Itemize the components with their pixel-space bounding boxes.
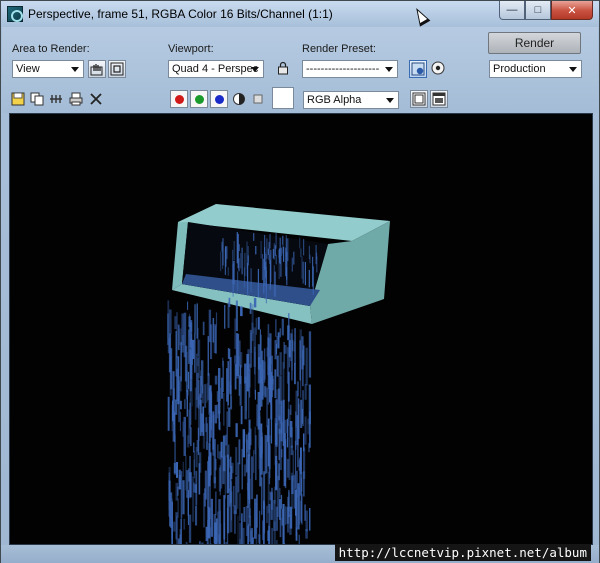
maximize-button[interactable]: □ xyxy=(525,1,551,20)
close-button[interactable]: ✕ xyxy=(551,1,593,20)
render-mode-value: Production xyxy=(493,63,546,75)
toggle-ui-overlay-button[interactable] xyxy=(410,90,428,108)
render-preset-value: -------------------- xyxy=(306,63,380,75)
lock-icon xyxy=(278,61,288,75)
edit-region-button[interactable] xyxy=(88,60,106,78)
channel-display-value: RGB Alpha xyxy=(307,94,362,106)
auto-region-icon xyxy=(110,62,124,76)
auto-region-button[interactable] xyxy=(108,60,126,78)
green-channel-icon xyxy=(195,95,204,104)
toggle-ui-button[interactable] xyxy=(430,90,448,108)
minimize-button[interactable]: — xyxy=(499,1,525,20)
render-controls-panel: Area to Render: Viewport: Render Preset:… xyxy=(2,27,598,113)
window-title: Perspective, frame 51, RGBA Color 16 Bit… xyxy=(28,7,333,21)
chevron-down-icon xyxy=(383,63,395,75)
chevron-down-icon xyxy=(384,94,396,106)
window-controls: — □ ✕ xyxy=(499,1,593,20)
blue-channel-toggle[interactable] xyxy=(210,90,228,108)
rendered-waterfall-scene xyxy=(167,204,390,544)
clone-icon[interactable] xyxy=(49,92,63,106)
green-channel-toggle[interactable] xyxy=(190,90,208,108)
render-frame-window: Perspective, frame 51, RGBA Color 16 Bit… xyxy=(0,0,600,563)
mono-icon[interactable] xyxy=(232,92,246,106)
render-mode-dropdown[interactable]: Production xyxy=(489,60,582,78)
viewport-value: Quad 4 - Perspec xyxy=(172,63,259,75)
render-settings-icon xyxy=(431,61,445,75)
app-icon xyxy=(7,6,23,22)
chevron-down-icon xyxy=(249,63,261,75)
render-button[interactable]: Render xyxy=(488,32,581,54)
viewport-label: Viewport: xyxy=(168,43,214,55)
render-preset-label: Render Preset: xyxy=(302,43,376,55)
clear-icon[interactable] xyxy=(89,92,103,106)
print-icon[interactable] xyxy=(69,92,83,106)
chevron-down-icon xyxy=(69,63,81,75)
area-to-render-label: Area to Render: xyxy=(12,43,90,55)
red-channel-toggle[interactable] xyxy=(170,90,188,108)
viewport-dropdown[interactable]: Quad 4 - Perspec xyxy=(168,60,264,78)
ui-icon xyxy=(432,92,446,106)
hand-region-icon xyxy=(90,64,103,76)
watermark-text: http://lccnetvip.pixnet.net/album xyxy=(334,544,591,561)
ui-overlay-icon xyxy=(412,92,426,106)
render-preset-dropdown[interactable]: -------------------- xyxy=(302,60,398,78)
single-channel-icon[interactable] xyxy=(251,92,265,106)
rendered-image-viewport[interactable] xyxy=(9,113,593,545)
area-to-render-dropdown[interactable]: View xyxy=(12,60,84,78)
chevron-down-icon xyxy=(567,63,579,75)
channel-display-dropdown[interactable]: RGB Alpha xyxy=(303,91,399,109)
render-settings-button[interactable] xyxy=(430,60,448,78)
environment-button[interactable] xyxy=(409,60,427,78)
copy-icon[interactable] xyxy=(30,92,44,106)
save-icon[interactable] xyxy=(11,92,25,106)
color-swatch[interactable] xyxy=(272,87,294,109)
lock-viewport-button[interactable] xyxy=(274,60,292,78)
title-bar[interactable]: Perspective, frame 51, RGBA Color 16 Bit… xyxy=(1,1,599,27)
area-to-render-value: View xyxy=(16,63,40,75)
environment-icon xyxy=(411,62,425,76)
red-channel-icon xyxy=(175,95,184,104)
blue-channel-icon xyxy=(215,95,224,104)
